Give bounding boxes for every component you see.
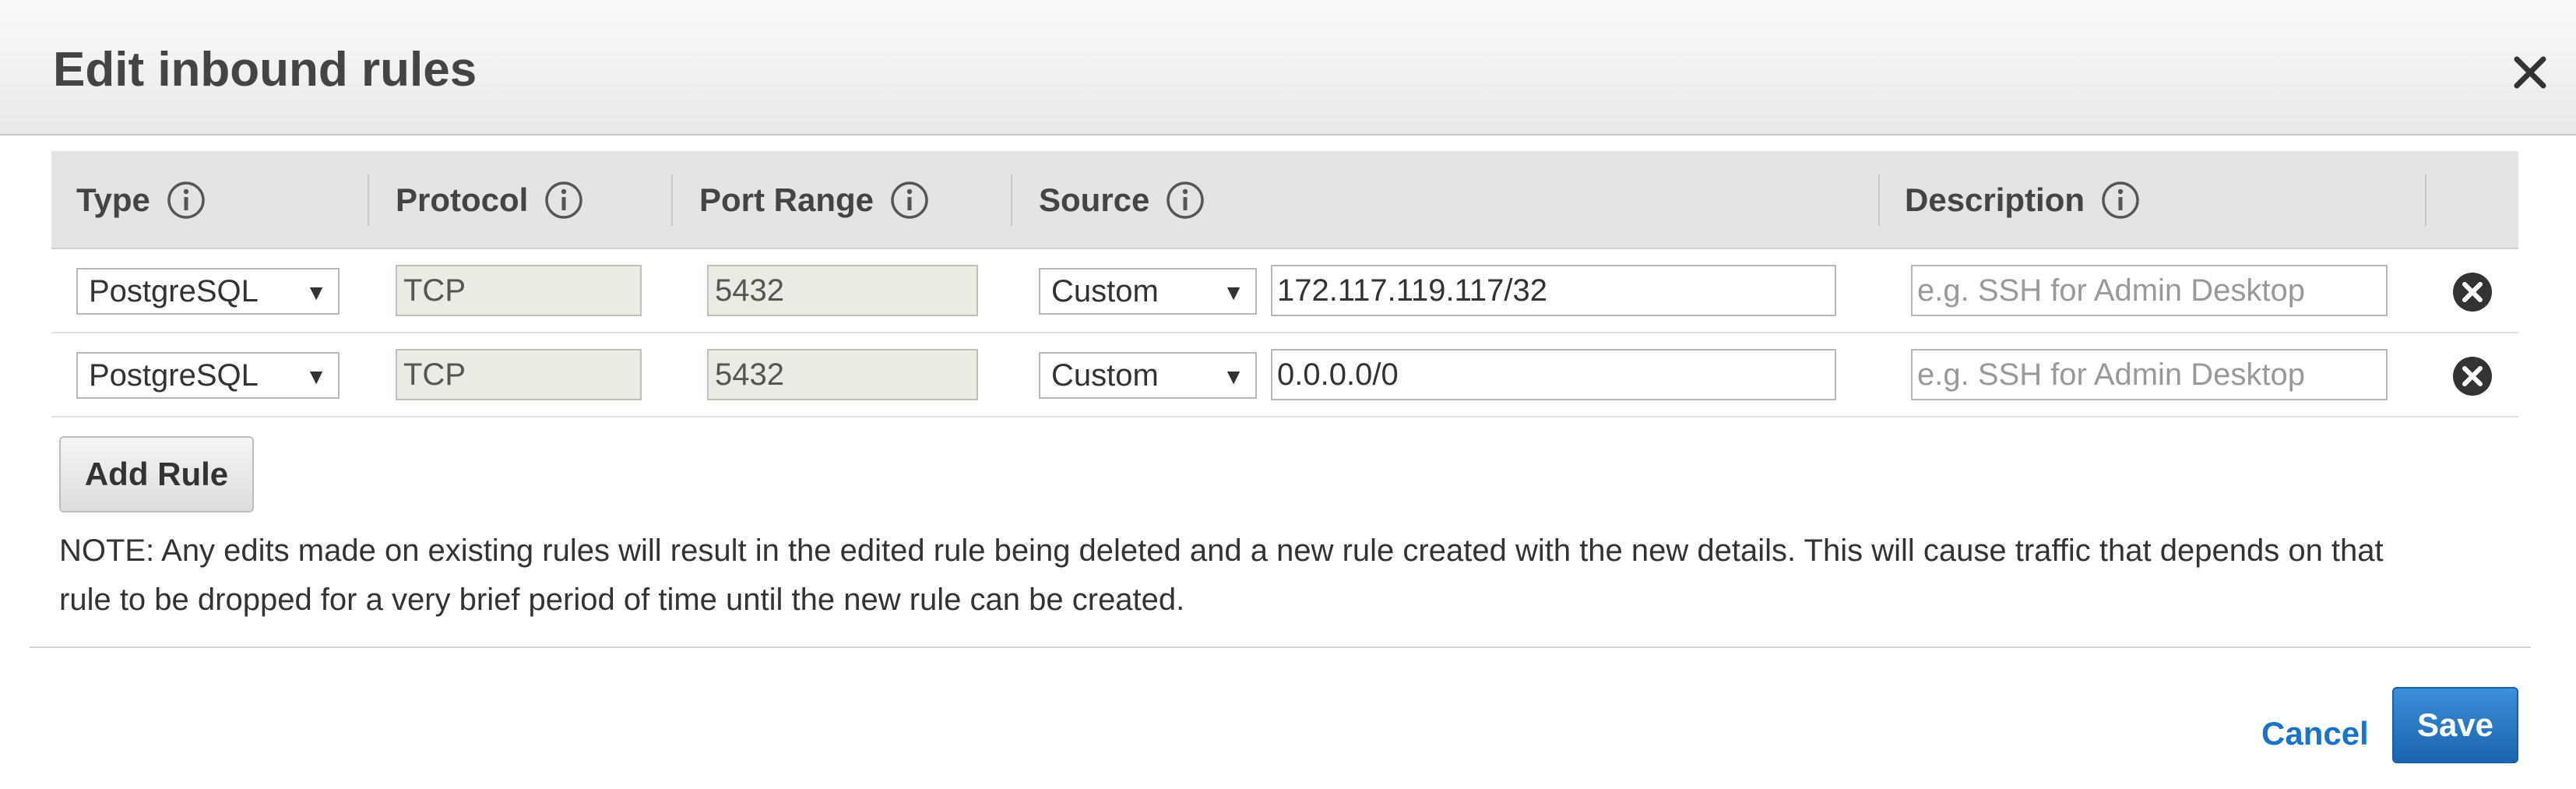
dropdown-arrow-icon: ▼ <box>1223 280 1244 305</box>
type-select[interactable]: PostgreSQL ▼ <box>76 268 340 315</box>
source-type-select[interactable]: Custom ▼ <box>1039 352 1257 399</box>
column-header-protocol: Protocol <box>396 151 584 249</box>
add-rule-button[interactable]: Add Rule <box>59 436 254 512</box>
modal-header: Edit inbound rules <box>0 0 2576 136</box>
column-separator <box>1878 174 1880 226</box>
info-icon[interactable] <box>1165 180 1205 220</box>
column-separator <box>1011 174 1012 226</box>
type-select[interactable]: PostgreSQL ▼ <box>76 352 340 399</box>
column-header-label: Protocol <box>396 181 529 218</box>
dropdown-arrow-icon: ▼ <box>1223 365 1244 389</box>
column-separator <box>671 174 673 226</box>
protocol-value: TCP <box>403 357 466 392</box>
type-select-value: PostgreSQL <box>89 273 259 308</box>
close-icon[interactable] <box>2509 51 2551 93</box>
table-header: Type Protocol Port Range Source Descript… <box>51 151 2518 249</box>
protocol-value: TCP <box>403 273 466 308</box>
save-button[interactable]: Save <box>2392 687 2518 763</box>
column-header-label: Source <box>1039 181 1150 218</box>
description-input[interactable] <box>1911 265 2388 316</box>
source-cidr-input[interactable] <box>1271 265 1836 316</box>
column-header-label: Port Range <box>699 181 875 218</box>
info-icon[interactable] <box>889 180 930 220</box>
info-icon[interactable] <box>2100 180 2141 220</box>
column-header-type: Type <box>76 151 206 249</box>
footer-divider <box>30 646 2531 648</box>
table-row: PostgreSQL ▼ TCP 5432 Custom ▼ <box>51 249 2518 333</box>
dropdown-arrow-icon: ▼ <box>305 280 327 305</box>
remove-circle-icon[interactable] <box>2451 271 2493 313</box>
cancel-button[interactable]: Cancel <box>2261 715 2369 752</box>
source-type-value: Custom <box>1051 358 1159 393</box>
table-row: PostgreSQL ▼ TCP 5432 Custom ▼ <box>51 333 2518 417</box>
edit-note: NOTE: Any edits made on existing rules w… <box>59 534 2384 617</box>
remove-circle-icon[interactable] <box>2451 355 2493 397</box>
column-header-port-range: Port Range <box>699 151 930 249</box>
column-header-label: Type <box>76 181 150 218</box>
dialog-title: Edit inbound rules <box>53 43 477 97</box>
source-type-value: Custom <box>1051 273 1159 308</box>
port-range-value: 5432 <box>715 357 784 392</box>
dropdown-arrow-icon: ▼ <box>305 365 327 389</box>
column-separator <box>2425 174 2426 226</box>
info-icon[interactable] <box>544 180 584 220</box>
info-icon[interactable] <box>166 180 206 220</box>
column-header-description: Description <box>1905 151 2141 249</box>
column-separator <box>368 174 369 226</box>
port-range-value: 5432 <box>715 273 784 308</box>
protocol-field: TCP <box>396 265 642 316</box>
source-cidr-input[interactable] <box>1271 349 1836 400</box>
port-range-field: 5432 <box>707 349 978 400</box>
type-select-value: PostgreSQL <box>89 358 259 393</box>
column-header-label: Description <box>1905 181 2085 218</box>
description-input[interactable] <box>1911 349 2388 400</box>
protocol-field: TCP <box>396 349 642 400</box>
column-header-source: Source <box>1039 151 1205 249</box>
source-type-select[interactable]: Custom ▼ <box>1039 268 1257 315</box>
inbound-rules-table: Type Protocol Port Range Source Descript… <box>51 151 2518 417</box>
port-range-field: 5432 <box>707 265 978 316</box>
